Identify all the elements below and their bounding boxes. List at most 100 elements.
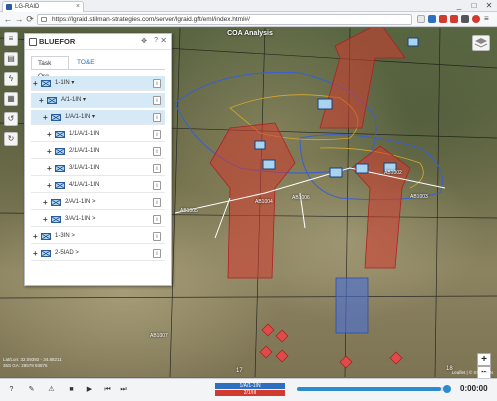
unit-symbol-icon	[47, 97, 57, 104]
unit-label: 1/1/A/1-1IN	[69, 131, 100, 137]
minimize-button[interactable]: _	[452, 0, 466, 11]
grid-icon[interactable]: ▦	[4, 92, 18, 106]
unit-label: 3/A/1-1IN >	[65, 216, 96, 222]
info-button[interactable]: i	[153, 113, 161, 122]
help-icon[interactable]: ?	[6, 384, 17, 395]
expand-icon[interactable]: +	[33, 76, 38, 91]
info-button[interactable]: i	[153, 181, 161, 190]
expand-icon[interactable]: +	[33, 229, 38, 244]
coordinate-readout: Lat/Lon: 32.09392 - 34.88211 36S GA: 285…	[3, 357, 62, 368]
timeline-progress	[297, 387, 441, 391]
redo-icon[interactable]: ↻	[4, 132, 18, 146]
address-bar[interactable]: https://lgraid.stilman-strategies.com/se…	[37, 14, 412, 25]
menu-icon[interactable]: ≡	[4, 32, 18, 46]
unit-label: A/1-1IN ▾	[61, 97, 87, 103]
extension-icon[interactable]	[450, 15, 458, 23]
lock-icon	[41, 17, 47, 22]
edit-icon[interactable]: ✎	[26, 384, 37, 395]
unit-label: 2/A/1-1IN >	[65, 199, 96, 205]
unit-row[interactable]: + 2-5IAD > i	[31, 246, 165, 261]
unit-row[interactable]: + 2/1/A/1-1IN i	[31, 144, 165, 159]
browser-toolbar: ← → ⟳ https://lgraid.stilman-strategies.…	[0, 12, 497, 27]
back-button[interactable]: ←	[3, 14, 13, 24]
expand-icon[interactable]: +	[43, 195, 48, 210]
red-side-indicator: 2/1/III	[215, 390, 285, 396]
enemy-units[interactable]	[259, 323, 403, 369]
url-text: https://lgraid.stilman-strategies.com/se…	[52, 16, 250, 23]
menu-icon[interactable]: ≡	[484, 15, 492, 23]
unit-row[interactable]: + 3/1/A/1-1IN i	[31, 161, 165, 176]
bolt-icon[interactable]: ϟ	[4, 72, 18, 86]
coords-grid: 36S GA: 28579 93876	[3, 362, 48, 368]
info-button[interactable]: i	[153, 130, 161, 139]
playback-bar: ? ✎ ⚠ ■ ▶ ⏮ ⏭ 1/A/1-1IN 2/1/III 0:00:00	[0, 378, 497, 401]
bookmark-star-icon[interactable]	[417, 15, 425, 23]
help-icon[interactable]: ?	[154, 37, 158, 44]
forward-button[interactable]: →	[14, 14, 24, 24]
tab-task-org[interactable]: Task Org	[31, 56, 69, 80]
stop-button[interactable]: ■	[66, 384, 77, 395]
info-button[interactable]: i	[153, 232, 161, 241]
unit-symbol-icon	[55, 148, 65, 155]
expand-icon[interactable]: +	[33, 246, 38, 261]
left-toolbar: ≡ ▤ ϟ ▦ ↺ ↻	[0, 28, 22, 153]
info-button[interactable]: i	[153, 96, 161, 105]
expand-icon[interactable]: +	[47, 127, 52, 142]
expand-icon[interactable]: +	[39, 93, 44, 108]
unit-label: 2-5IAD >	[55, 250, 79, 256]
grid-label: 17	[236, 368, 243, 374]
info-button[interactable]: i	[153, 164, 161, 173]
skip-back-button[interactable]: ⏮	[102, 384, 113, 395]
maximize-button[interactable]: □	[467, 0, 481, 11]
browser-tab[interactable]: LG-RAID ×	[2, 1, 84, 12]
unit-row[interactable]: + 1/A/1-1IN ▾ i	[31, 110, 165, 125]
unit-label: 1-1IN ▾	[55, 80, 75, 86]
unit-row[interactable]: + 1/1/A/1-1IN i	[31, 127, 165, 142]
unit-row[interactable]: + 4/1/A/1-1IN i	[31, 178, 165, 193]
window-close-button[interactable]: ✕	[482, 0, 496, 11]
warning-icon[interactable]: ⚠	[46, 384, 57, 395]
expand-icon[interactable]: +	[43, 110, 48, 125]
map-label: AB1003	[410, 194, 428, 200]
info-button[interactable]: i	[153, 249, 161, 258]
timeline-slider[interactable]	[297, 387, 445, 391]
map-label: AB1002	[384, 170, 402, 176]
unit-label: 2/1/A/1-1IN	[69, 148, 100, 154]
info-button[interactable]: i	[153, 147, 161, 156]
pin-icon[interactable]: ✥	[141, 37, 147, 45]
unit-symbol-icon	[41, 80, 51, 87]
elapsed-time: 0:00:00	[460, 384, 488, 393]
info-button[interactable]: i	[153, 79, 161, 88]
extension-icon[interactable]	[439, 15, 447, 23]
timeline-handle[interactable]	[443, 385, 451, 393]
info-button[interactable]: i	[153, 215, 161, 224]
expand-icon[interactable]: +	[43, 212, 48, 227]
unit-row[interactable]: + 1-3IN > i	[31, 229, 165, 244]
tab-toe[interactable]: TO&E	[71, 56, 101, 70]
expand-icon[interactable]: +	[47, 144, 52, 159]
layers-icon[interactable]	[472, 35, 490, 51]
close-icon[interactable]: ✕	[160, 36, 167, 45]
tab-close-icon[interactable]: ×	[76, 2, 80, 12]
extension-icon[interactable]	[461, 15, 469, 23]
tab-divider	[31, 69, 165, 70]
info-button[interactable]: i	[153, 198, 161, 207]
unit-row[interactable]: + 2/A/1-1IN > i	[31, 195, 165, 210]
unit-row[interactable]: + 1-1IN ▾ i	[31, 76, 165, 91]
undo-icon[interactable]: ↺	[4, 112, 18, 126]
blue-side-indicator: 1/A/1-1IN	[215, 383, 285, 389]
extension-icon[interactable]	[428, 15, 436, 23]
zoom-in-button[interactable]: +	[477, 353, 491, 366]
unit-row[interactable]: + 3/A/1-1IN > i	[31, 212, 165, 227]
play-button[interactable]: ▶	[84, 384, 95, 395]
document-icon[interactable]: ▤	[4, 52, 18, 66]
expand-icon[interactable]: +	[47, 161, 52, 176]
expand-icon[interactable]: +	[47, 178, 52, 193]
reload-button[interactable]: ⟳	[25, 14, 35, 24]
extension-icon[interactable]	[472, 15, 480, 23]
skip-forward-button[interactable]: ⏭	[118, 384, 129, 395]
unit-symbol-icon	[51, 216, 61, 223]
unit-symbol-icon	[51, 114, 61, 121]
unit-row[interactable]: + A/1-1IN ▾ i	[31, 93, 165, 108]
panel-header: BLUEFOR ? ✥ ✕	[25, 34, 171, 50]
